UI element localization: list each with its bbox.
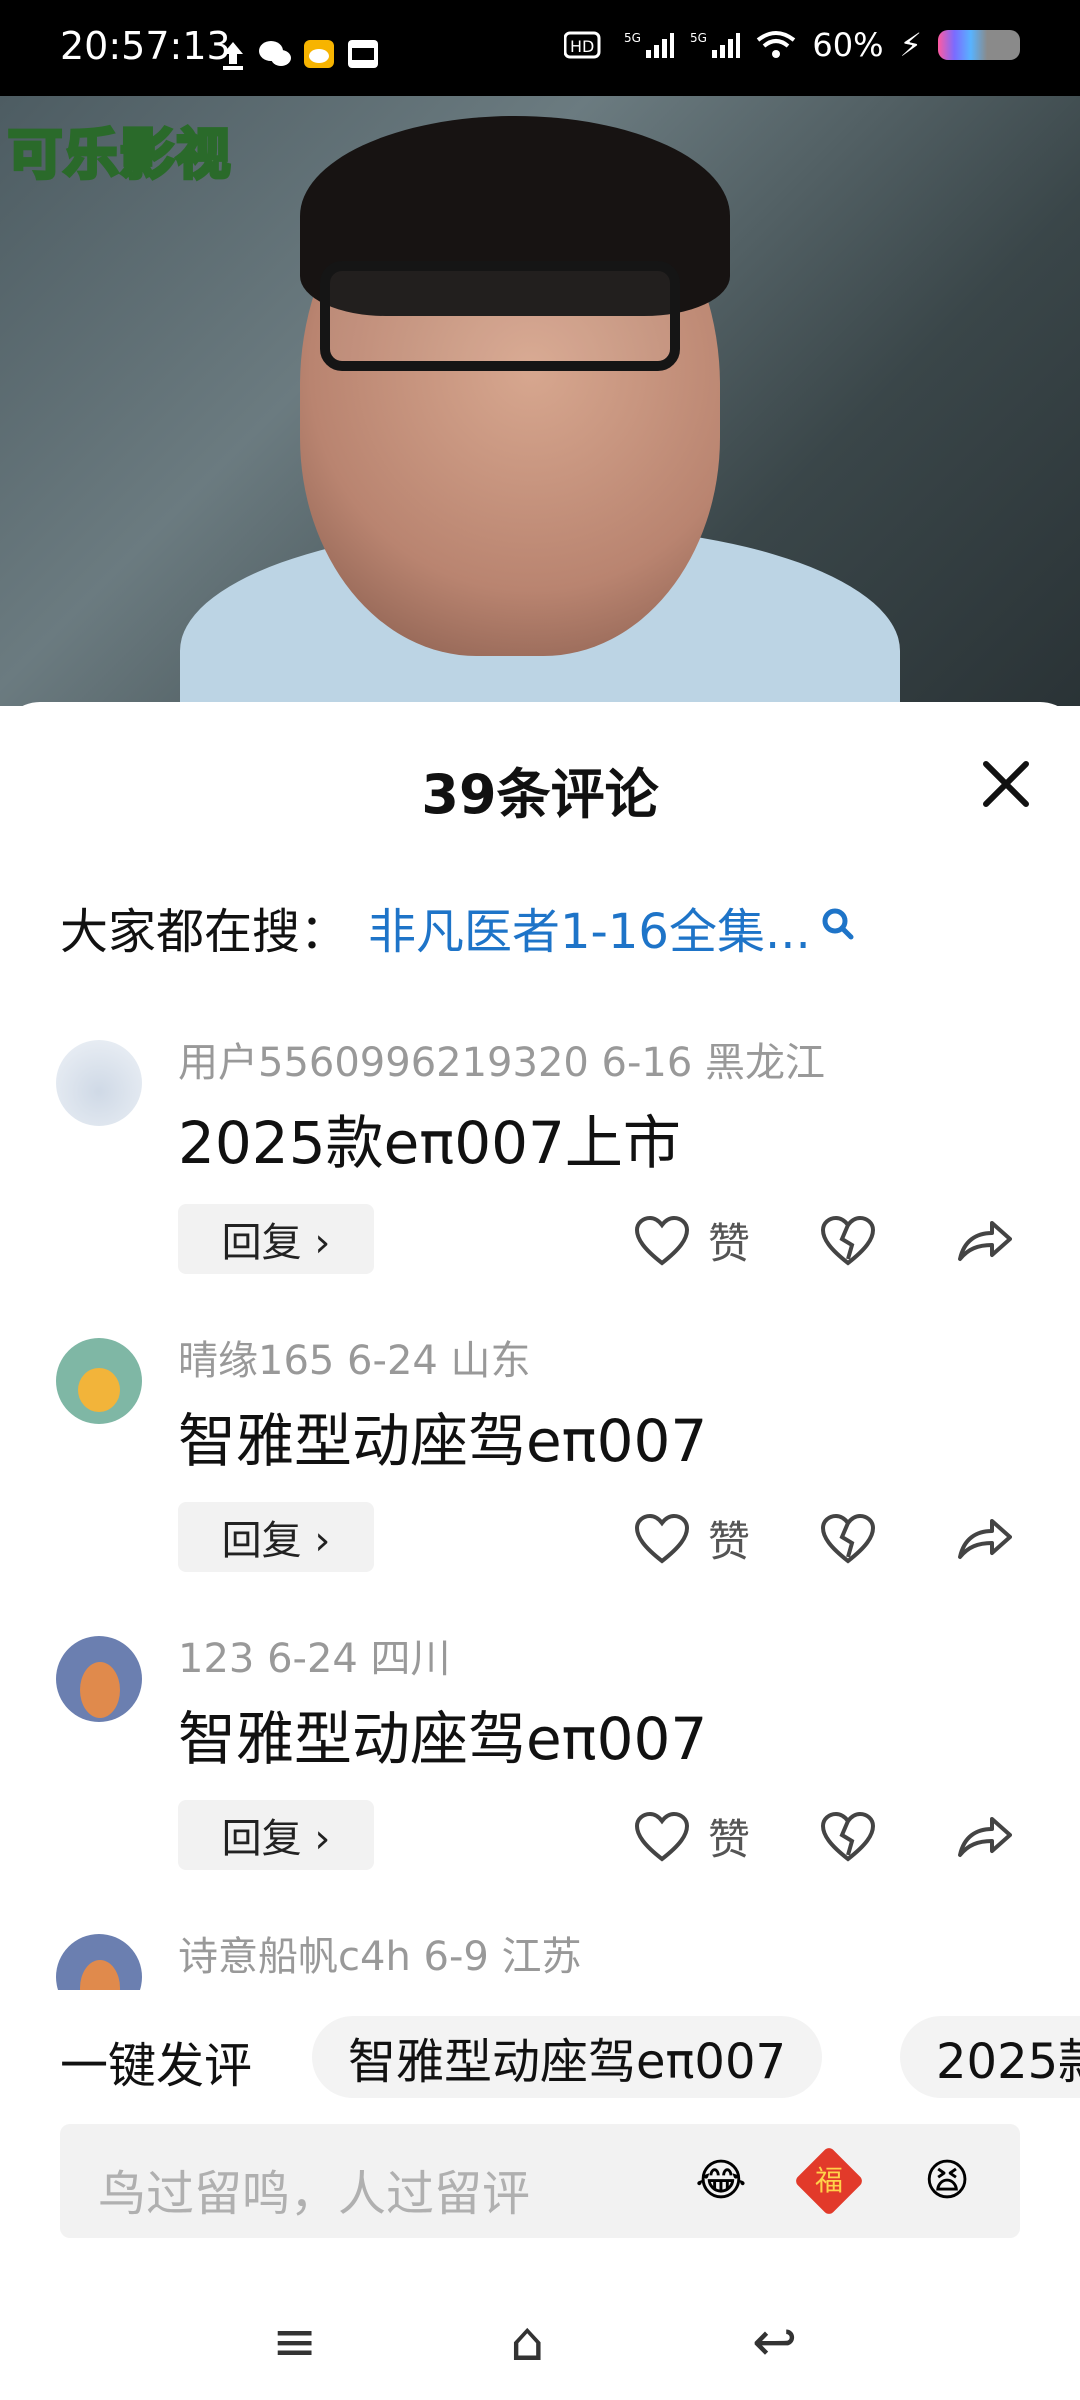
video-player[interactable]: 可乐影视 — [0, 96, 1080, 706]
5g-signal-icon: 5G — [690, 31, 741, 58]
comment-item: 诗意船帆c4h 6-9 江苏 — [0, 1924, 1080, 1990]
comment-input[interactable]: 鸟过留鸣，人过留评 😂 福 😫 — [60, 2124, 1020, 2238]
trending-search: 大家都在搜： 非凡医者1-16全集... — [60, 892, 855, 962]
video-frame-glasses — [320, 261, 680, 371]
quick-comment-chip[interactable]: 2025款 — [900, 2016, 1080, 2098]
svg-text:5G: 5G — [690, 31, 707, 45]
avatar[interactable] — [56, 1934, 142, 1990]
status-bar: 20:57:13 HD 5G 5G 60% ⚡ — [0, 0, 1080, 96]
comment-input-placeholder: 鸟过留鸣，人过留评 — [98, 2166, 531, 2222]
reply-button[interactable]: 回复 › — [178, 1502, 374, 1572]
reply-button[interactable]: 回复 › — [178, 1204, 374, 1274]
fu-emoji-char: 福 — [814, 2163, 844, 2197]
heart-icon[interactable] — [634, 1513, 690, 1565]
fu-emoji-icon[interactable]: 福 — [793, 2145, 865, 2217]
notification-icons — [218, 38, 380, 70]
quick-comment-label: 一键发评 — [60, 2038, 253, 2094]
avatar[interactable] — [56, 1040, 142, 1126]
back-icon[interactable]: ↩ — [752, 2310, 797, 2373]
weibo-icon — [304, 40, 334, 68]
comment-item: 用户5560996219320 6-16 黑龙江 2025款eπ007上市 回复… — [0, 1030, 1080, 1320]
comment-meta: 晴缘165 6-24 山东 — [178, 1338, 531, 1384]
avatar[interactable] — [56, 1338, 142, 1424]
toutiao-icon — [348, 40, 378, 68]
search-icon[interactable] — [821, 907, 855, 947]
share-icon[interactable] — [956, 1811, 1013, 1863]
share-icon[interactable] — [956, 1215, 1013, 1267]
comment-text: 2025款eπ007上市 — [178, 1109, 681, 1177]
system-nav-bar: ≡ ⌂ ↩ — [0, 2290, 1080, 2400]
heart-icon[interactable] — [634, 1215, 690, 1267]
menu-icon[interactable]: ≡ — [272, 2310, 317, 2373]
charging-icon: ⚡ — [899, 26, 922, 64]
upload-icon — [223, 42, 243, 70]
broken-heart-icon[interactable] — [820, 1215, 876, 1267]
trending-search-label: 大家都在搜： — [60, 904, 349, 960]
comment-actions: 赞 — [634, 1508, 1013, 1569]
like-label[interactable]: 赞 — [708, 1806, 750, 1867]
quick-comment-row: 一键发评 智雅型动座驾eπ007 2025款 — [0, 2012, 1080, 2100]
battery-icon — [938, 30, 1020, 60]
trending-search-link[interactable]: 非凡医者1-16全集... — [368, 892, 811, 962]
video-watermark: 可乐影视 — [6, 121, 232, 188]
comment-actions: 赞 — [634, 1806, 1013, 1867]
status-time: 20:57:13 — [60, 24, 231, 68]
heart-icon[interactable] — [634, 1811, 690, 1863]
wechat-icon — [259, 41, 291, 66]
avatar[interactable] — [56, 1636, 142, 1722]
hd-icon: HD — [564, 31, 601, 59]
laughing-emoji-icon[interactable]: 😂 — [690, 2150, 752, 2212]
share-icon[interactable] — [956, 1513, 1013, 1565]
comment-actions: 赞 — [634, 1210, 1013, 1271]
quick-comment-chip[interactable]: 智雅型动座驾eπ007 — [312, 2016, 823, 2098]
like-label[interactable]: 赞 — [708, 1210, 750, 1271]
comments-title: 39条评论 — [421, 763, 659, 826]
tired-emoji-icon[interactable]: 😫 — [916, 2150, 978, 2212]
comment-text: 智雅型动座驾eπ007 — [178, 1407, 708, 1475]
comment-item: 晴缘165 6-24 山东 智雅型动座驾eπ007 回复 › 赞 — [0, 1328, 1080, 1618]
close-icon[interactable] — [976, 754, 1036, 814]
comment-text: 智雅型动座驾eπ007 — [178, 1705, 708, 1773]
status-right: HD 5G 5G 60% ⚡ — [564, 26, 1020, 64]
wifi-icon — [757, 31, 796, 58]
svg-text:5G: 5G — [624, 31, 641, 45]
svg-text:HD: HD — [570, 37, 594, 56]
like-label[interactable]: 赞 — [708, 1508, 750, 1569]
comment-item: 123 6-24 四川 智雅型动座驾eπ007 回复 › 赞 — [0, 1626, 1080, 1916]
home-icon[interactable]: ⌂ — [510, 2310, 544, 2373]
reply-button[interactable]: 回复 › — [178, 1800, 374, 1870]
battery-percent: 60% — [812, 26, 884, 64]
5g-signal-icon: 5G — [624, 31, 675, 58]
broken-heart-icon[interactable] — [820, 1513, 876, 1565]
broken-heart-icon[interactable] — [820, 1811, 876, 1863]
comment-meta: 用户5560996219320 6-16 黑龙江 — [178, 1040, 826, 1086]
comment-meta: 诗意船帆c4h 6-9 江苏 — [178, 1934, 582, 1980]
comment-meta: 123 6-24 四川 — [178, 1636, 451, 1682]
